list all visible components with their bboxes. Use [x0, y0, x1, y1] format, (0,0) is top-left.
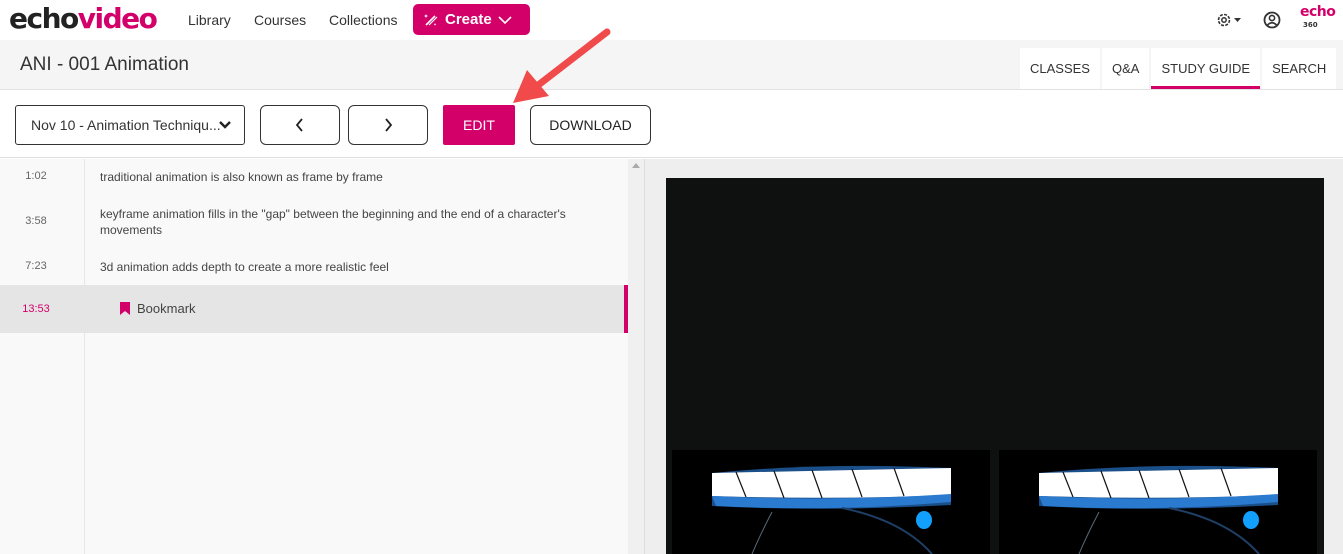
tab-qa[interactable]: Q&A — [1101, 48, 1150, 89]
user-account-menu[interactable] — [1262, 10, 1282, 35]
echo360-logo[interactable]: echo 360 — [1300, 4, 1336, 32]
tab-label: CLASSES — [1030, 61, 1090, 76]
note-timestamp[interactable]: 1:02 — [0, 170, 72, 182]
note-row[interactable]: 3:58 keyframe animation fills in the "ga… — [0, 195, 628, 250]
bookmark-icon — [120, 302, 130, 315]
logo-text-video: video — [77, 2, 158, 35]
tab-label: STUDY GUIDE — [1161, 61, 1251, 76]
nav-collections-link[interactable]: Collections — [329, 12, 397, 28]
chevron-down-icon — [219, 121, 231, 129]
note-row[interactable]: 1:02 traditional animation is also known… — [0, 159, 628, 195]
tab-study-guide[interactable]: STUDY GUIDE — [1151, 48, 1261, 89]
video-source-thumbnail-2[interactable] — [999, 450, 1317, 554]
echo360-logo-top: echo — [1300, 4, 1336, 20]
chevron-right-icon — [385, 118, 393, 132]
note-text: traditional animation is also known as f… — [100, 170, 383, 184]
echo360-logo-bottom: 360 — [1303, 21, 1318, 29]
chevron-down-icon — [498, 15, 512, 24]
next-class-button[interactable] — [348, 105, 428, 145]
course-tabs: CLASSES Q&A STUDY GUIDE SEARCH — [1020, 48, 1337, 89]
video-source-thumbnail-1[interactable] — [672, 450, 990, 554]
tab-label: Q&A — [1111, 61, 1140, 76]
study-guide-toolbar: Nov 10 - Animation Techniqu... EDIT DOWN… — [0, 91, 1343, 158]
course-title: ANI - 001 Animation — [20, 54, 189, 75]
bookmark-timestamp[interactable]: 13:53 — [0, 303, 72, 315]
nav-library-link[interactable]: Library — [188, 12, 231, 28]
create-button-label: Create — [445, 11, 492, 28]
download-button[interactable]: DOWNLOAD — [530, 105, 651, 145]
chevron-left-icon — [295, 118, 303, 132]
study-guide-notes-list: 1:02 traditional animation is also known… — [0, 159, 628, 554]
note-row[interactable]: 7:23 3d animation adds depth to create a… — [0, 250, 628, 285]
note-text: keyframe animation fills in the "gap" be… — [100, 207, 566, 237]
video-player-pane — [645, 159, 1343, 554]
previous-class-button[interactable] — [260, 105, 340, 145]
tab-classes[interactable]: CLASSES — [1020, 48, 1100, 89]
create-button[interactable]: Create — [413, 4, 530, 35]
top-navigation-bar: echovideo Library Courses Collections Cr… — [0, 0, 1343, 40]
note-timestamp[interactable]: 3:58 — [0, 215, 72, 227]
note-timestamp[interactable]: 7:23 — [0, 260, 72, 272]
video-frame-image — [999, 450, 1317, 554]
note-text: 3d animation adds depth to create a more… — [100, 260, 389, 274]
video-player[interactable] — [666, 178, 1324, 554]
bookmark-row[interactable]: 13:53 Bookmark — [0, 285, 628, 333]
logo-text-echo: echo — [9, 2, 79, 35]
bookmark-label: Bookmark — [137, 301, 196, 316]
settings-menu[interactable] — [1215, 10, 1243, 35]
tab-label: SEARCH — [1272, 61, 1327, 76]
notes-scrollbar[interactable] — [628, 159, 645, 554]
tab-search[interactable]: SEARCH — [1262, 48, 1337, 89]
edit-button[interactable]: EDIT — [443, 105, 515, 145]
nav-courses-link[interactable]: Courses — [254, 12, 306, 28]
scroll-up-arrow-icon[interactable] — [632, 163, 640, 168]
user-circle-icon — [1263, 11, 1281, 29]
video-frame-image — [672, 450, 990, 554]
class-select-dropdown[interactable]: Nov 10 - Animation Techniqu... — [15, 105, 245, 145]
echovideo-logo[interactable]: echovideo — [9, 1, 158, 37]
course-header: ANI - 001 Animation CLASSES Q&A STUDY GU… — [0, 40, 1343, 90]
class-select-value: Nov 10 - Animation Techniqu... — [31, 117, 221, 133]
magic-wand-icon — [424, 13, 438, 26]
gear-icon — [1217, 13, 1241, 27]
